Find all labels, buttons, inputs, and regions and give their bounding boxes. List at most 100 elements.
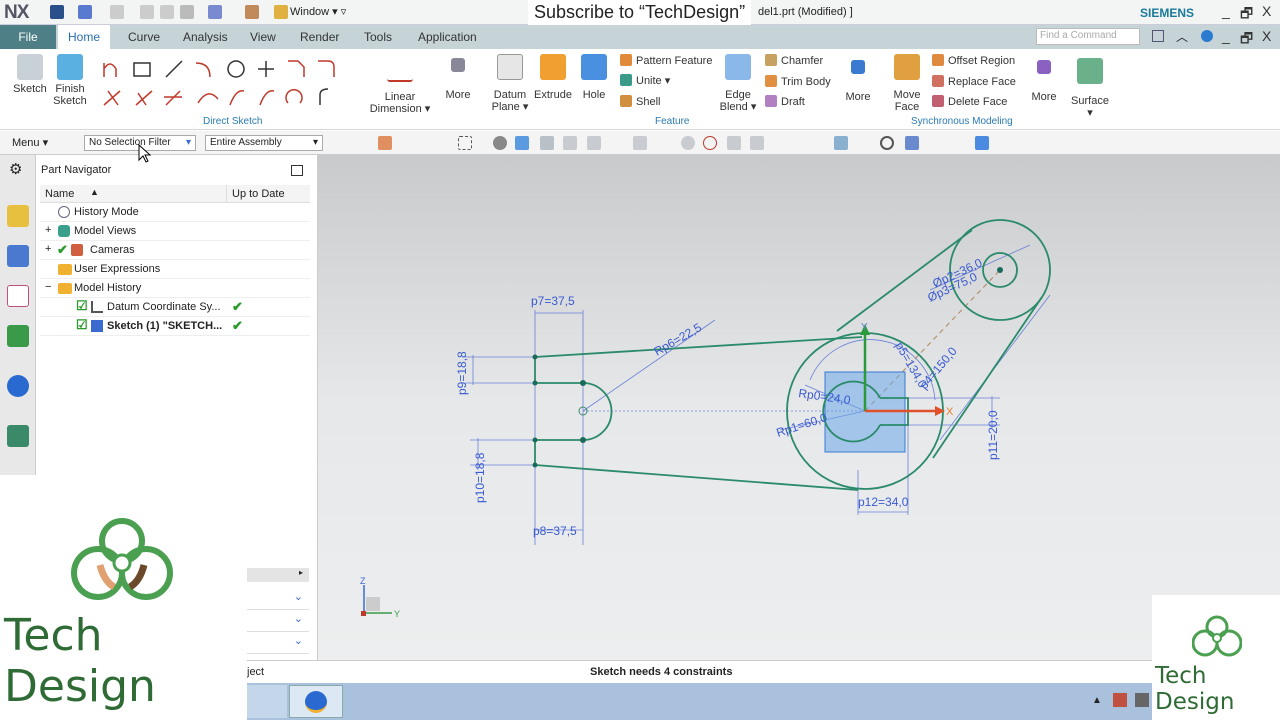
rotate-icon[interactable] bbox=[880, 136, 894, 150]
sketch-canvas[interactable]: X Y p7=37,5 p8=37,5 p9=18,8 p10=18,8 Rp6… bbox=[139, 143, 1280, 660]
tree-row-datum-csys[interactable]: ☑ Datum Coordinate Sy... ✔ bbox=[40, 298, 310, 317]
restore-button[interactable]: 🗗 bbox=[1240, 3, 1253, 27]
dim-p9[interactable]: p9=18,8 bbox=[455, 351, 469, 395]
finish-sketch-button[interactable]: Finish Sketch bbox=[50, 54, 90, 107]
intersection-snap-icon[interactable] bbox=[633, 136, 647, 150]
replace-face-button[interactable]: Replace Face bbox=[932, 75, 1016, 88]
render-style-icon[interactable] bbox=[975, 136, 989, 150]
tab-view[interactable]: View bbox=[240, 25, 286, 49]
tab-tools[interactable]: Tools bbox=[354, 25, 402, 49]
gear-icon[interactable]: ⚙ bbox=[9, 160, 22, 178]
endpoint-snap-icon[interactable] bbox=[563, 136, 577, 150]
tree-row-user-expressions[interactable]: User Expressions bbox=[40, 260, 310, 279]
web-browser-icon[interactable] bbox=[7, 375, 29, 397]
maximize-panel-icon[interactable] bbox=[291, 165, 303, 176]
history-icon[interactable] bbox=[7, 425, 29, 447]
assembly-scope-dropdown[interactable]: Entire Assembly ▾ bbox=[205, 135, 323, 151]
tab-analysis[interactable]: Analysis bbox=[173, 25, 238, 49]
cut-icon[interactable] bbox=[140, 5, 154, 19]
close-button[interactable]: X bbox=[1262, 3, 1271, 19]
more-sketch-button[interactable]: More bbox=[442, 58, 474, 101]
dim-p10[interactable]: p10=18,8 bbox=[473, 452, 487, 503]
touch-mode-icon[interactable] bbox=[245, 5, 259, 19]
copy-icon[interactable] bbox=[160, 5, 174, 19]
column-up-to-date[interactable]: Up to Date bbox=[232, 188, 285, 200]
dim-p11[interactable]: p11=20,0 bbox=[986, 410, 1000, 460]
column-name[interactable]: Name bbox=[45, 188, 74, 200]
tree-row-history-mode[interactable]: History Mode bbox=[40, 203, 310, 222]
extrude-button[interactable]: Extrude bbox=[532, 54, 574, 101]
tree-row-cameras[interactable]: + ✔ Cameras bbox=[40, 241, 310, 260]
dim-p7[interactable]: p7=37,5 bbox=[531, 294, 575, 308]
edge-blend-button[interactable]: Edge Blend ▾ bbox=[718, 54, 758, 113]
dim-p1[interactable]: Rp1=60,0 bbox=[775, 410, 829, 440]
delete-face-button[interactable]: Delete Face bbox=[932, 95, 1007, 108]
point-on-curve-icon[interactable] bbox=[750, 136, 764, 150]
window-menu[interactable]: Window ▾ ▿ bbox=[290, 5, 346, 18]
center-snap-icon[interactable] bbox=[681, 136, 695, 150]
undo-icon[interactable] bbox=[78, 5, 92, 19]
dim-p8[interactable]: p8=37,5 bbox=[533, 524, 577, 538]
trim-body-button[interactable]: Trim Body bbox=[765, 75, 831, 88]
reuse-library-icon[interactable] bbox=[7, 325, 29, 347]
details-panel-toggle[interactable]: ⌄ bbox=[247, 590, 309, 610]
shell-button[interactable]: Shell bbox=[620, 95, 660, 108]
offset-region-button[interactable]: Offset Region bbox=[932, 54, 1015, 67]
more-sync-button[interactable]: More bbox=[1028, 60, 1060, 103]
unite-button[interactable]: Unite ▾ bbox=[620, 74, 670, 87]
tray-flag-icon[interactable] bbox=[1113, 693, 1127, 707]
constraint-navigator-icon[interactable] bbox=[7, 245, 29, 267]
move-face-button[interactable]: Move Face bbox=[888, 54, 926, 113]
doc-minimize-button[interactable]: _ bbox=[1222, 28, 1230, 44]
save-icon[interactable] bbox=[50, 5, 64, 19]
layout-icon[interactable] bbox=[208, 5, 222, 19]
find-command-input[interactable]: Find a Command bbox=[1036, 28, 1140, 45]
tray-expand-icon[interactable]: ▲ bbox=[1092, 695, 1102, 706]
tab-render[interactable]: Render bbox=[290, 25, 349, 49]
tree-row-model-history[interactable]: − Model History bbox=[40, 279, 310, 298]
preview-panel-toggle[interactable]: ⌄ bbox=[247, 612, 309, 632]
expand-icon[interactable]: + bbox=[45, 243, 51, 255]
sketch-curve-tools[interactable] bbox=[98, 55, 353, 115]
redo-icon[interactable] bbox=[110, 5, 124, 19]
visibility-checkbox[interactable]: ☑ bbox=[76, 317, 88, 333]
more-feature-button[interactable]: More bbox=[842, 60, 874, 103]
quadrant-snap-icon[interactable] bbox=[703, 136, 717, 150]
visibility-checkbox[interactable]: ☑ bbox=[76, 298, 88, 314]
tab-curve[interactable]: Curve bbox=[118, 25, 170, 49]
box-select-icon[interactable] bbox=[458, 136, 472, 150]
paste-icon[interactable] bbox=[180, 5, 194, 19]
minimize-button[interactable]: _ bbox=[1222, 3, 1230, 19]
ribbon-options-icon[interactable] bbox=[1152, 30, 1164, 42]
tab-application[interactable]: Application bbox=[408, 25, 487, 49]
dim-p12[interactable]: p12=34,0 bbox=[858, 495, 909, 509]
shaded-icon[interactable] bbox=[493, 136, 507, 150]
midpoint-snap-icon[interactable] bbox=[587, 136, 601, 150]
dim-p6[interactable]: Rp6=22,5 bbox=[652, 320, 705, 358]
hole-button[interactable]: Hole bbox=[578, 54, 610, 101]
tree-row-model-views[interactable]: + Model Views bbox=[40, 222, 310, 241]
pattern-feature-button[interactable]: Pattern Feature bbox=[620, 54, 712, 67]
tray-network-icon[interactable] bbox=[1135, 693, 1149, 707]
layout-icon[interactable] bbox=[905, 136, 919, 150]
fit-icon[interactable] bbox=[834, 136, 848, 150]
expand-icon[interactable]: + bbox=[45, 224, 51, 236]
collapse-icon[interactable]: − bbox=[45, 281, 51, 293]
chamfer-button[interactable]: Chamfer bbox=[765, 54, 823, 67]
datum-plane-button[interactable]: Datum Plane ▾ bbox=[490, 54, 530, 113]
doc-close-button[interactable]: X bbox=[1262, 28, 1271, 44]
draft-button[interactable]: Draft bbox=[765, 95, 805, 108]
taskbar-app-photo[interactable] bbox=[247, 685, 287, 718]
assembly-navigator-icon[interactable] bbox=[7, 205, 29, 227]
graphics-window[interactable]: X Y p7=37,5 p8=37,5 p9=18,8 p10=18,8 Rp6… bbox=[139, 143, 1280, 660]
sketch-button[interactable]: Sketch bbox=[10, 54, 50, 95]
tab-home[interactable]: Home bbox=[58, 25, 111, 49]
tab-file[interactable]: File bbox=[0, 25, 56, 49]
snap-icon[interactable] bbox=[378, 136, 392, 150]
point-snap-icon[interactable] bbox=[540, 136, 554, 150]
cube-icon[interactable] bbox=[515, 136, 529, 150]
dependencies-panel-toggle[interactable]: ⌄ bbox=[247, 634, 309, 654]
collapse-ribbon-icon[interactable]: ︿ bbox=[1176, 28, 1188, 45]
help-icon[interactable] bbox=[1201, 30, 1213, 42]
part-navigator-icon[interactable] bbox=[7, 285, 29, 307]
